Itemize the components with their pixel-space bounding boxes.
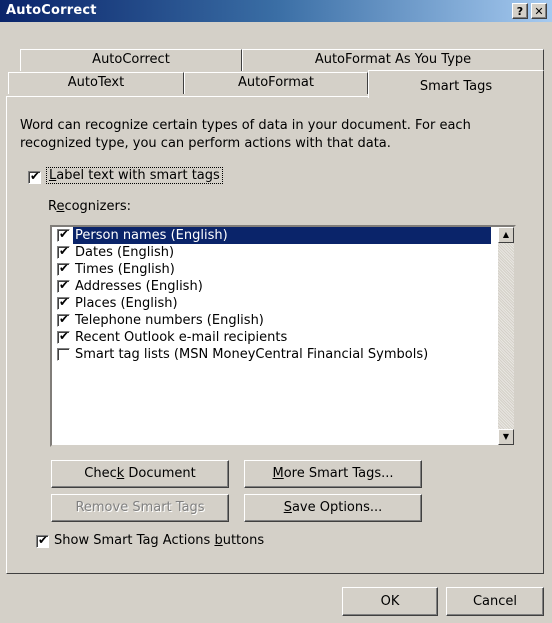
- scroll-down-button[interactable]: ▼: [498, 429, 514, 445]
- focus-rect: Label text with smart tags: [46, 167, 223, 184]
- recognizers-list[interactable]: ✔ Person names (English) ✔ Dates (English)…: [50, 225, 516, 447]
- recognizer-checkbox[interactable]: ✔: [57, 312, 70, 327]
- label-post: abel text with smart tags: [56, 168, 220, 183]
- recognizer-checkbox[interactable]: ✔: [57, 227, 70, 242]
- save-options-button[interactable]: Save Options...: [244, 494, 422, 522]
- autocorrect-dialog: AutoCorrect ? ✕ AutoCorrect AutoFormat A…: [0, 0, 552, 623]
- checkmark-icon: ✔: [38, 533, 49, 547]
- list-item[interactable]: ✔ Recent Outlook e-mail recipients: [54, 329, 494, 346]
- recognizer-label: Times (English): [75, 262, 175, 277]
- show-actions-checkbox[interactable]: ✔: [36, 533, 49, 548]
- recognizer-checkbox[interactable]: ✔: [57, 261, 70, 276]
- label-text-checkbox[interactable]: ✔: [28, 169, 41, 184]
- list-item[interactable]: ✔ Telephone numbers (English): [54, 312, 494, 329]
- recognizer-label: Person names (English): [73, 227, 491, 244]
- panel-content: Word can recognize certain types of data…: [0, 0, 552, 623]
- arrow-up-icon: ▲: [502, 230, 510, 239]
- check-document-button[interactable]: Check Document: [51, 460, 229, 488]
- btn-pre: Remove Smart Tags: [75, 500, 205, 515]
- checkmark-icon: ✔: [59, 295, 70, 309]
- label-post: uttons: [222, 533, 265, 548]
- btn-label: Cancel: [472, 594, 518, 609]
- recognizer-checkbox[interactable]: ✔: [57, 244, 70, 259]
- checkmark-icon: ✔: [59, 278, 70, 292]
- recognizer-checkbox[interactable]: [57, 348, 70, 361]
- description-line-1: Word can recognize certain types of data…: [20, 118, 471, 133]
- checkmark-icon: ✔: [59, 227, 70, 241]
- checkmark-icon: ✔: [59, 244, 70, 258]
- recognizer-label: Recent Outlook e-mail recipients: [75, 330, 288, 345]
- recognizers-label: Recognizers:: [48, 199, 131, 214]
- label-post: cognizers:: [64, 199, 131, 214]
- btn-pre: Chec: [84, 466, 117, 481]
- recognizer-checkbox[interactable]: ✔: [57, 329, 70, 344]
- checkmark-icon: ✔: [59, 312, 70, 326]
- recognizers-scrollbar[interactable]: ▲ ▼: [498, 227, 514, 445]
- recognizer-label: Telephone numbers (English): [75, 313, 264, 328]
- list-item[interactable]: ✔ Times (English): [54, 261, 494, 278]
- list-item[interactable]: ✔ Dates (English): [54, 244, 494, 261]
- description-line-2: recognized type, you can perform actions…: [20, 136, 391, 151]
- recognizer-label: Addresses (English): [75, 279, 203, 294]
- btn-accel: S: [283, 500, 292, 515]
- recognizer-checkbox[interactable]: ✔: [57, 295, 70, 310]
- label-pre: Show Smart Tag Actions: [54, 533, 215, 548]
- recognizer-label: Dates (English): [75, 245, 175, 260]
- remove-smart-tags-button[interactable]: Remove Smart Tags: [51, 494, 229, 522]
- list-item[interactable]: Smart tag lists (MSN MoneyCentral Financ…: [54, 346, 494, 363]
- cancel-button[interactable]: Cancel: [446, 587, 544, 616]
- arrow-down-icon: ▼: [502, 432, 510, 441]
- recognizer-label: Places (English): [75, 296, 178, 311]
- recognizer-checkbox[interactable]: ✔: [57, 278, 70, 293]
- list-item[interactable]: ✔ Person names (English): [54, 227, 494, 244]
- btn-label: OK: [380, 594, 400, 609]
- show-actions-label[interactable]: Show Smart Tag Actions buttons: [54, 533, 264, 548]
- checkmark-icon: ✔: [59, 261, 70, 275]
- btn-post: Document: [124, 466, 196, 481]
- btn-accel: M: [272, 466, 284, 481]
- recognizer-label: Smart tag lists (MSN MoneyCentral Financ…: [75, 347, 429, 362]
- more-smart-tags-button[interactable]: More Smart Tags...: [244, 460, 422, 488]
- checkmark-icon: ✔: [30, 169, 41, 183]
- scroll-up-button[interactable]: ▲: [498, 227, 514, 243]
- label-text-label[interactable]: Label text with smart tags: [46, 167, 223, 184]
- btn-post: ore Smart Tags...: [283, 466, 394, 481]
- ok-button[interactable]: OK: [342, 587, 438, 616]
- list-item[interactable]: ✔ Addresses (English): [54, 278, 494, 295]
- checkmark-icon: ✔: [59, 329, 70, 343]
- btn-post: ave Options...: [291, 500, 383, 515]
- list-item[interactable]: ✔ Places (English): [54, 295, 494, 312]
- label-accel: b: [214, 533, 223, 548]
